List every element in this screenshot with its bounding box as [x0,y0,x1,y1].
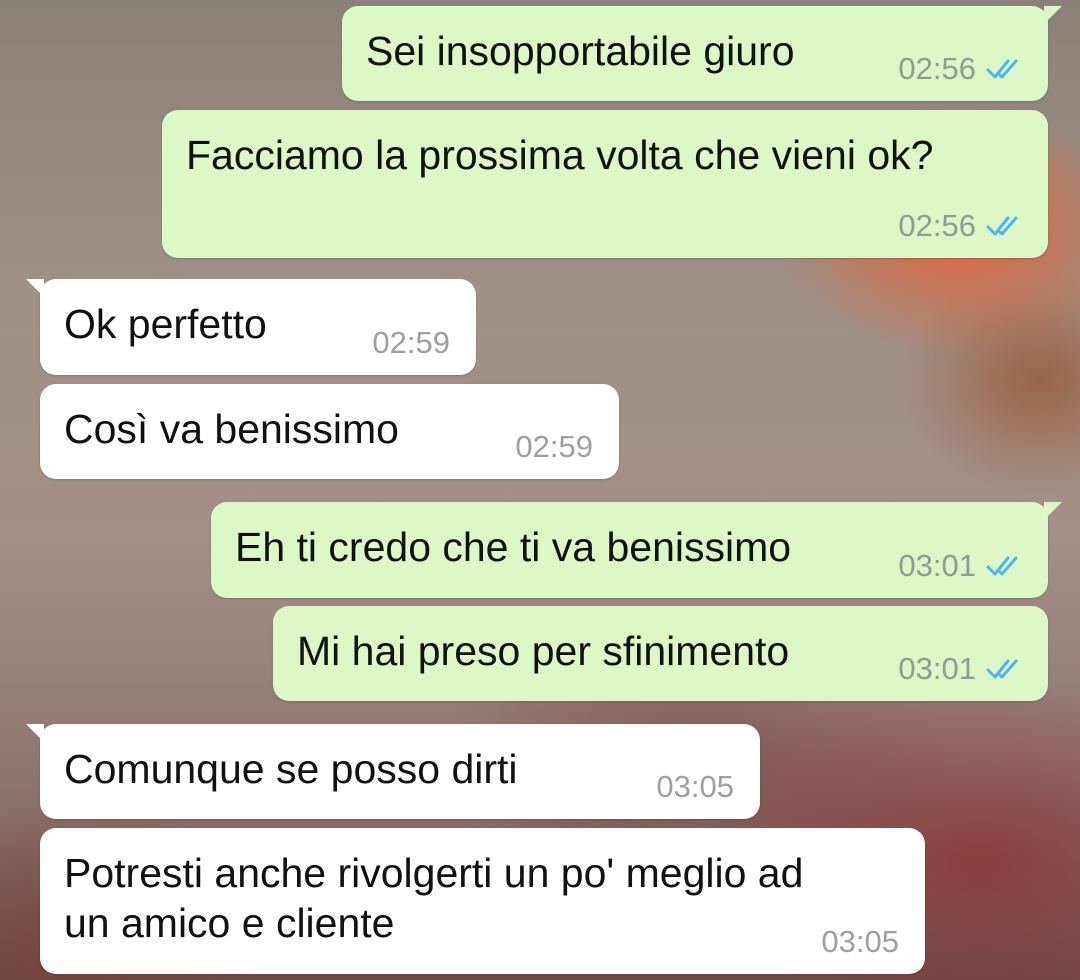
double-check-read-icon [986,556,1018,576]
outgoing-message[interactable]: Sei insopportabile giuro 02:56 [342,6,1062,101]
message-meta: 03:01 [898,548,1026,584]
double-check-read-icon [986,216,1018,236]
incoming-message[interactable]: Comunque se posso dirti 03:05 [26,724,760,819]
message-meta: 02:59 [372,325,450,361]
chat-conversation: Sei insopportabile giuro 02:56 Facciamo … [0,0,1080,980]
message-text: Comunque se posso dirti [64,746,518,792]
outgoing-message[interactable]: Facciamo la prossima volta che vieni ok?… [162,110,1048,258]
message-text: Mi hai preso per sfinimento [297,628,790,674]
message-time: 02:56 [898,51,976,86]
message-meta: 03:05 [656,769,734,805]
message-time: 02:56 [898,208,976,243]
message-time: 03:05 [821,924,899,959]
message-text: Potresti anche rivolgerti un po' meglio … [64,850,804,946]
message-meta: 03:05 [821,924,899,960]
incoming-message[interactable]: Potresti anche rivolgerti un po' meglio … [40,828,925,974]
double-check-read-icon [986,59,1018,79]
message-text: Così va benissimo [64,406,399,452]
message-time: 02:59 [515,429,593,464]
outgoing-message[interactable]: Mi hai preso per sfinimento 03:01 [273,606,1048,701]
incoming-message[interactable]: Ok perfetto 02:59 [26,279,476,375]
message-meta: 02:56 [898,208,1026,244]
outgoing-message[interactable]: Eh ti credo che ti va benissimo 03:01 [211,502,1062,598]
message-time: 03:01 [898,651,976,686]
incoming-message[interactable]: Così va benissimo 02:59 [40,384,619,479]
message-time: 03:05 [656,769,734,804]
message-text: Eh ti credo che ti va benissimo [235,524,792,570]
message-text: Facciamo la prossima volta che vieni ok? [186,132,934,178]
message-time: 02:59 [372,325,450,360]
double-check-read-icon [986,659,1018,679]
message-time: 03:01 [898,548,976,583]
message-meta: 02:56 [898,51,1026,87]
message-text: Ok perfetto [64,301,267,347]
message-meta: 02:59 [515,429,593,465]
message-text: Sei insopportabile giuro [366,28,795,74]
message-meta: 03:01 [898,651,1026,687]
